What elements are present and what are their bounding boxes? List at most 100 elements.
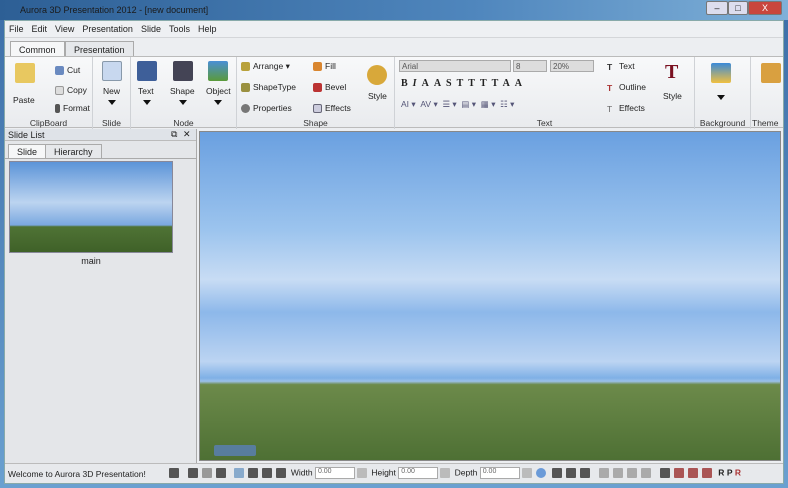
object-node-button[interactable]: Object [206,86,231,96]
properties-button[interactable]: Properties [241,103,292,114]
layer3-icon[interactable] [687,468,698,478]
tab-presentation[interactable]: Presentation [65,41,134,57]
text-node-button[interactable]: Text [138,86,154,96]
percent-select[interactable]: 20% [550,60,594,72]
superscript-button[interactable]: T [457,78,469,89]
distribute3-icon[interactable] [626,468,637,478]
cut-button[interactable]: Cut [55,65,80,76]
format-button[interactable]: Format [55,103,90,114]
tab-common[interactable]: Common [10,41,65,57]
height-input[interactable]: 0.00 [398,467,439,479]
chevron-down-icon[interactable] [179,100,187,105]
ribbon: Paste Cut Copy Format ClipBoard New Slid… [5,56,783,129]
frame-icon[interactable] [187,468,198,478]
arrange-button[interactable]: Arrange ▾ [241,61,290,72]
minimize-button[interactable]: – [706,1,728,15]
play-icon[interactable] [201,468,212,478]
italic-button[interactable]: I [413,78,422,89]
tab-hierarchy[interactable]: Hierarchy [45,144,102,158]
text-format-buttons[interactable]: BIAASTTTTAA [401,78,527,89]
width-input[interactable]: 0.00 [314,467,355,479]
slide-group-label: Slide [102,118,121,128]
layer-icon[interactable] [659,468,670,478]
text-style-button[interactable]: T Text [607,61,635,72]
chevron-down-icon[interactable] [108,100,116,105]
slide-thumbnail[interactable] [9,161,173,253]
background-group-label[interactable]: Background [695,118,750,128]
layer2-icon[interactable] [673,468,684,478]
export-icon[interactable] [215,468,226,478]
subscript-button[interactable]: T [468,78,480,89]
paragraph-buttons[interactable]: AI ▾ AV ▾ ☰ ▾ ▤ ▾ ▦ ▾ ☷ ▾ [401,99,514,110]
menu-edit[interactable]: Edit [28,21,52,37]
maximize-button[interactable]: □ [728,1,748,15]
fill-button[interactable]: Fill [313,61,336,72]
lock-ratio-icon[interactable] [535,468,546,478]
distribute-icon[interactable] [598,468,609,478]
font-select[interactable]: Arial [399,60,511,72]
format-painter-icon [55,104,60,114]
depth-spinner[interactable] [521,468,532,478]
rotate-icon[interactable] [262,468,273,478]
wide-t-button[interactable]: T [492,78,503,89]
float-icon[interactable]: ⧉ [171,129,177,140]
paste-button[interactable]: Paste [13,95,35,105]
layer4-icon[interactable] [701,468,712,478]
menu-tools[interactable]: Tools [165,21,194,37]
menu-file[interactable]: File [5,21,28,37]
new-slide-button[interactable]: New [103,86,120,96]
align-left-icon[interactable] [552,468,563,478]
distribute4-icon[interactable] [640,468,651,478]
outline-a-button[interactable]: A [422,78,434,89]
text-style-gallery-button[interactable]: Style [663,91,682,101]
menu-slide[interactable]: Slide [137,21,165,37]
align-right-icon[interactable] [580,468,591,478]
background-icon [711,63,731,83]
outline-button[interactable]: T Outline [607,82,646,93]
p-button[interactable]: P [727,467,733,477]
align-center-icon[interactable] [566,468,577,478]
menu-help[interactable]: Help [194,21,221,37]
width-label: Width [290,467,313,478]
menu-presentation[interactable]: Presentation [78,21,137,37]
shapetype-button[interactable]: ShapeType [241,82,296,93]
bevel-button[interactable]: Bevel [313,82,346,93]
font-size-select[interactable]: 8 [513,60,547,72]
width-spinner[interactable] [356,468,367,478]
shape-effects-button[interactable]: Effects [313,103,351,114]
shape-node-button[interactable]: Shape [170,86,195,96]
bold-button[interactable]: B [401,78,413,89]
chevron-down-icon[interactable] [214,100,222,105]
theme-group-label[interactable]: Theme [752,118,783,128]
move-icon[interactable] [248,468,259,478]
height-spinner[interactable] [440,468,451,478]
background-group: Background [695,57,751,129]
copy-button[interactable]: Copy [55,85,87,96]
copy-label: Copy [67,85,87,95]
highlight-button[interactable]: A [503,78,515,89]
camera-controls[interactable] [214,445,256,456]
menu-view[interactable]: View [51,21,78,37]
shape-group: Arrange ▾ ShapeType Properties Fill Beve… [237,57,395,129]
shape-style-button[interactable]: Style [368,91,387,101]
close-button[interactable]: X [748,1,782,15]
scale-icon[interactable] [276,468,287,478]
arrange-label: Arrange [253,61,284,71]
3d-canvas[interactable] [199,131,781,461]
strike-button[interactable]: S [446,78,457,89]
view-icon[interactable] [169,468,179,478]
tab-slide[interactable]: Slide [8,144,47,158]
axis-icon[interactable] [234,468,245,478]
depth-input[interactable]: 0.00 [479,467,520,479]
shadow-a-button[interactable]: A [434,78,446,89]
text-label: Text [619,61,635,71]
distribute2-icon[interactable] [612,468,623,478]
text-effects-button[interactable]: T Effects [607,103,645,114]
chevron-down-icon[interactable] [717,95,725,100]
r-button[interactable]: R [718,467,724,477]
chevron-down-icon[interactable] [143,100,151,105]
font-color-button[interactable]: A [515,78,527,89]
r2-button[interactable]: R [735,467,741,477]
boxed-t-button[interactable]: T [480,78,492,89]
close-panel-icon[interactable]: ✕ [183,129,191,140]
